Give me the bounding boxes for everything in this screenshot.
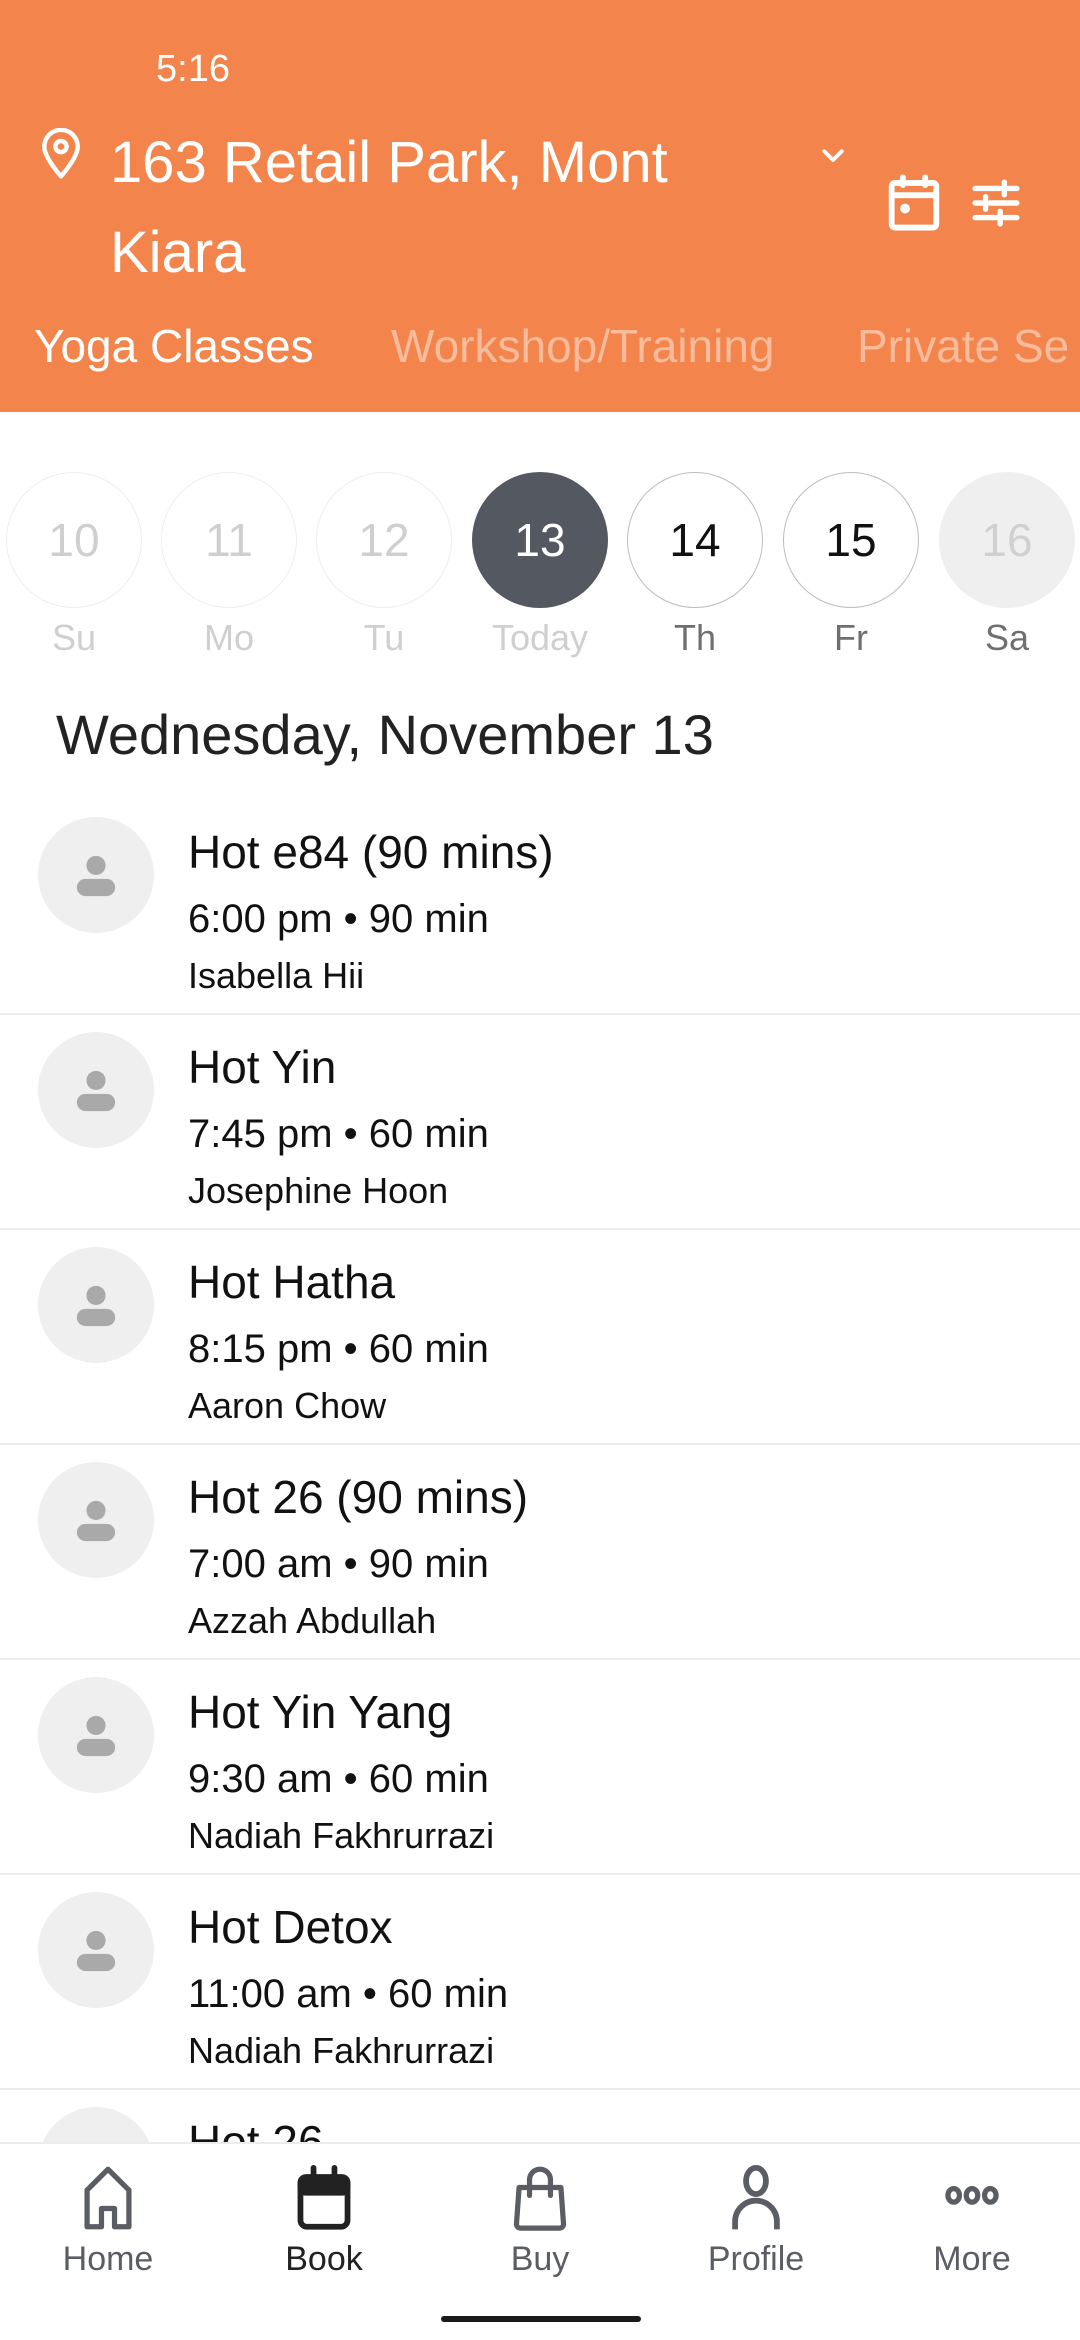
nav-label: Home (62, 2240, 154, 2278)
date-item[interactable]: 16 Sa (939, 472, 1075, 660)
class-title: Hot 26 (188, 2116, 324, 2142)
date-item[interactable]: 12 Tu (316, 472, 452, 660)
nav-home[interactable]: Home (0, 2164, 216, 2280)
person-icon (732, 2165, 780, 2230)
date-weekday: Today (491, 617, 589, 658)
date-item-selected[interactable]: 13 Today (472, 472, 608, 660)
person-placeholder-icon (76, 855, 116, 897)
class-title: Hot Hatha (188, 1256, 396, 1308)
date-number: 15 (783, 472, 919, 608)
date-number: 16 (939, 472, 1075, 608)
date-number: 12 (316, 472, 452, 608)
date-weekday: Th (673, 617, 716, 658)
map-pin-icon (42, 128, 80, 179)
header: 5:16 163 Retail Park, Mont Kiara Yoga Cl… (0, 0, 1080, 412)
date-weekday: Sa (984, 617, 1030, 658)
calendar-icon (297, 2165, 351, 2230)
class-instructor: Josephine Hoon (188, 1170, 449, 1211)
class-title: Hot e84 (90 mins) (188, 826, 554, 878)
date-number: 11 (161, 472, 297, 608)
instructor-avatar (38, 1247, 154, 1363)
class-instructor: Nadiah Fakhrurrazi (188, 2030, 495, 2071)
bottom-navigation: Home Book Buy Profile More (0, 2142, 1080, 2340)
instructor-avatar (38, 1892, 154, 2008)
class-list-item[interactable]: Hot 26 (90 mins) 7:00 am • 90 min Azzah … (0, 1445, 1080, 1660)
class-time: 9:30 am • 60 min (188, 1757, 489, 1801)
class-instructor: Nadiah Fakhrurrazi (188, 1815, 495, 1856)
date-item[interactable]: 14 Th (627, 472, 763, 660)
date-item[interactable]: 11 Mo (161, 472, 297, 660)
date-weekday: Mo (203, 617, 254, 658)
class-list-item[interactable]: Hot Detox 11:00 am • 60 min Nadiah Fakhr… (0, 1875, 1080, 2090)
class-title: Hot Detox (188, 1901, 393, 1953)
nav-label: Buy (510, 2240, 570, 2278)
tab-private-sessions[interactable]: Private Se (857, 316, 1069, 376)
calendar-icon[interactable] (887, 174, 941, 232)
class-time: 7:45 pm • 60 min (188, 1112, 489, 1156)
instructor-avatar (38, 1032, 154, 1148)
date-item[interactable]: 15 Fr (783, 472, 919, 660)
instructor-avatar (38, 1677, 154, 1793)
location-selector[interactable]: 163 Retail Park, Mont Kiara (110, 118, 810, 298)
class-instructor: Aaron Chow (188, 1385, 387, 1426)
class-list-item[interactable]: Hot 26 (0, 2090, 1080, 2142)
class-list-item[interactable]: Hot Yin Yang 9:30 am • 60 min Nadiah Fak… (0, 1660, 1080, 1875)
person-placeholder-icon (76, 1285, 116, 1327)
instructor-avatar (38, 817, 154, 933)
class-time: 7:00 am • 90 min (188, 1542, 489, 1586)
home-indicator[interactable] (441, 2316, 641, 2322)
nav-label: Profile (707, 2240, 805, 2278)
instructor-avatar (38, 1462, 154, 1578)
class-list-item[interactable]: Hot Yin 7:45 pm • 60 min Josephine Hoon (0, 1015, 1080, 1230)
class-time: 11:00 am • 60 min (188, 1972, 509, 2016)
nav-buy[interactable]: Buy (432, 2164, 648, 2280)
nav-label: Book (285, 2240, 363, 2278)
instructor-avatar (38, 2107, 154, 2142)
date-number: 13 (472, 472, 608, 608)
home-icon (84, 2166, 132, 2230)
class-title: Hot 26 (90 mins) (188, 1471, 529, 1523)
class-title: Hot Yin (188, 1041, 337, 1093)
tab-workshop-training[interactable]: Workshop/Training (391, 316, 775, 376)
class-list-item[interactable]: Hot e84 (90 mins) 6:00 pm • 90 min Isabe… (0, 800, 1080, 1015)
date-picker: 10 Su 11 Mo 12 Tu 13 Today 14 Th 15 Fr 1… (0, 472, 1080, 662)
person-placeholder-icon (76, 1715, 116, 1757)
nav-more[interactable]: More (864, 2164, 1080, 2280)
class-time: 8:15 pm • 60 min (188, 1327, 489, 1371)
tab-yoga-classes[interactable]: Yoga Classes (34, 316, 314, 376)
date-item[interactable]: 10 Su (6, 472, 142, 660)
person-placeholder-icon (76, 1500, 116, 1542)
date-number: 10 (6, 472, 142, 608)
class-list-item[interactable]: Hot Hatha 8:15 pm • 60 min Aaron Chow (0, 1230, 1080, 1445)
nav-book[interactable]: Book (216, 2164, 432, 2280)
category-tabs: Yoga Classes Workshop/Training Private S… (0, 316, 1080, 376)
date-weekday: Tu (363, 617, 405, 658)
class-list: Hot e84 (90 mins) 6:00 pm • 90 min Isabe… (0, 800, 1080, 2142)
nav-label: More (933, 2240, 1011, 2278)
nav-profile[interactable]: Profile (648, 2164, 864, 2280)
more-dots-icon (945, 2185, 999, 2205)
class-time: 6:00 pm • 90 min (188, 897, 489, 941)
person-placeholder-icon (76, 1930, 116, 1972)
date-number: 14 (627, 472, 763, 608)
sliders-icon[interactable] (970, 178, 1022, 228)
shopping-bag-icon (513, 2166, 567, 2231)
class-title: Hot Yin Yang (188, 1686, 453, 1738)
date-weekday: Su (51, 617, 97, 658)
date-weekday: Fr (834, 617, 868, 658)
chevron-down-icon[interactable] (818, 140, 848, 170)
person-placeholder-icon (76, 1070, 116, 1112)
class-instructor: Azzah Abdullah (188, 1600, 437, 1641)
class-instructor: Isabella Hii (188, 955, 365, 996)
selected-date-heading: Wednesday, November 13 (56, 703, 714, 766)
status-bar-time: 5:16 (156, 48, 230, 90)
